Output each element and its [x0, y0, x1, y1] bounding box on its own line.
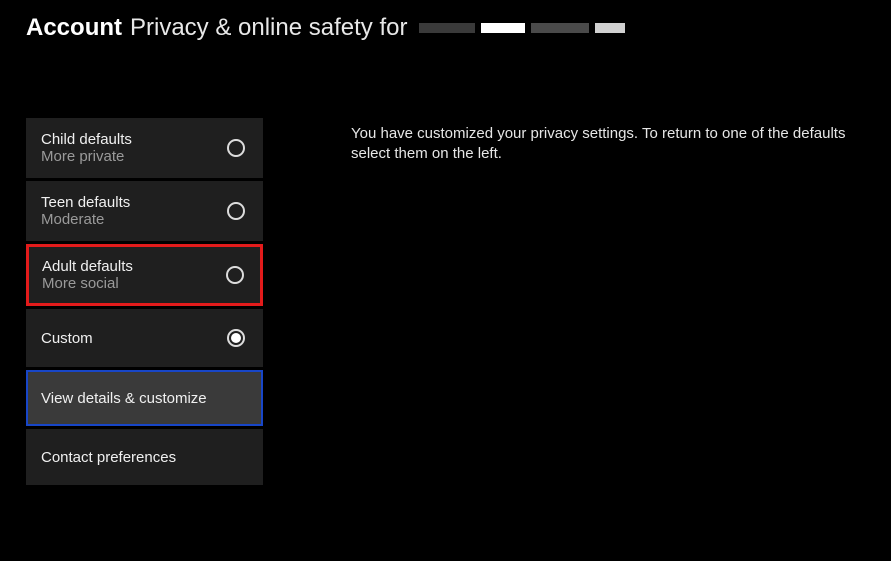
privacy-options-list: Child defaults More private Teen default…	[26, 118, 263, 485]
option-label: Teen defaults	[41, 194, 130, 211]
radio-unchecked-icon	[227, 139, 245, 157]
option-sublabel: More private	[41, 148, 132, 165]
page-header: Account Privacy & online safety for	[0, 0, 891, 42]
header-username-redacted	[419, 23, 625, 33]
option-label: Child defaults	[41, 131, 132, 148]
option-custom[interactable]: Custom	[26, 309, 263, 367]
option-label: Contact preferences	[41, 449, 176, 466]
radio-checked-icon	[227, 329, 245, 347]
option-sublabel: More social	[42, 275, 133, 292]
option-child-defaults[interactable]: Child defaults More private	[26, 118, 263, 178]
option-label: Custom	[41, 330, 93, 347]
option-view-details[interactable]: View details & customize	[26, 370, 263, 426]
option-label: Adult defaults	[42, 258, 133, 275]
radio-unchecked-icon	[227, 202, 245, 220]
option-teen-defaults[interactable]: Teen defaults Moderate	[26, 181, 263, 241]
description-panel: You have customized your privacy setting…	[351, 118, 891, 485]
radio-unchecked-icon	[226, 266, 244, 284]
option-label: View details & customize	[41, 390, 207, 407]
option-sublabel: Moderate	[41, 211, 130, 228]
header-section: Privacy & online safety for	[130, 14, 407, 42]
header-account: Account	[26, 14, 122, 42]
description-text: You have customized your privacy setting…	[351, 124, 885, 163]
option-adult-defaults[interactable]: Adult defaults More social	[26, 244, 263, 306]
option-contact-preferences[interactable]: Contact preferences	[26, 429, 263, 485]
